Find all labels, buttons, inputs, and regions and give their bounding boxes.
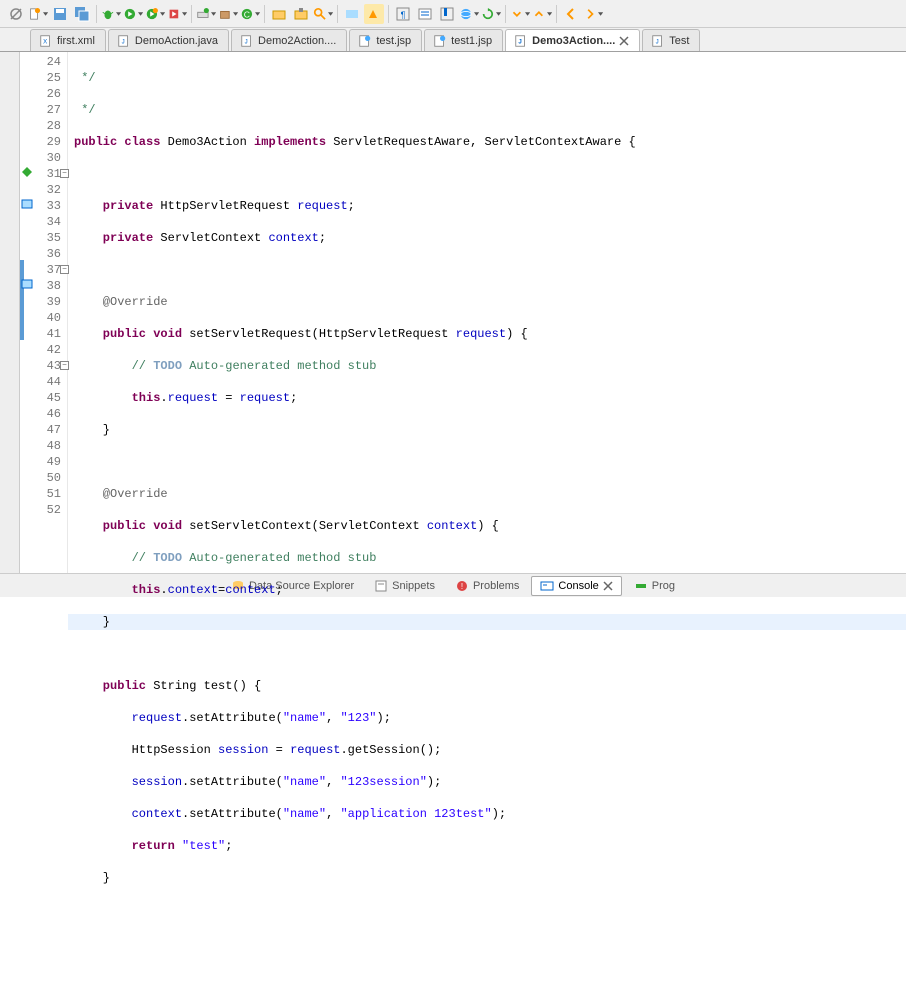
- run-last-icon[interactable]: [145, 4, 165, 24]
- external-tools-icon[interactable]: [167, 4, 187, 24]
- tab-test1-jsp[interactable]: test1.jsp: [424, 29, 503, 51]
- toggle-comment-icon[interactable]: [342, 4, 362, 24]
- tab-label: first.xml: [57, 35, 95, 47]
- show-source-icon[interactable]: [415, 4, 435, 24]
- tab-label: Test: [669, 35, 689, 47]
- tab-demoaction[interactable]: J DemoAction.java: [108, 29, 229, 51]
- svg-text:J: J: [245, 38, 248, 45]
- tab-first-xml[interactable]: Xfirst.xml: [30, 29, 106, 51]
- svg-text:J: J: [519, 38, 522, 45]
- new-class-icon[interactable]: C: [240, 4, 260, 24]
- tab-label: Demo3Action....: [532, 35, 615, 47]
- tab-label: Demo2Action....: [258, 35, 336, 47]
- back-icon[interactable]: [561, 4, 581, 24]
- svg-text:X: X: [43, 38, 47, 45]
- marker-column[interactable]: [20, 52, 34, 573]
- svg-text:J: J: [121, 38, 124, 45]
- main-toolbar: C ¶: [0, 0, 906, 28]
- left-trim: [0, 52, 20, 573]
- prev-annotation-icon[interactable]: [532, 4, 552, 24]
- code-editor[interactable]: */ */ public class Demo3Action implement…: [68, 52, 906, 573]
- tab-demo3action[interactable]: J Demo3Action....: [505, 29, 640, 51]
- todo-marker-icon[interactable]: [21, 278, 33, 290]
- open-type-icon[interactable]: [269, 4, 289, 24]
- show-whitespace-icon[interactable]: ¶: [393, 4, 413, 24]
- debug-icon[interactable]: [101, 4, 121, 24]
- new-server-icon[interactable]: [196, 4, 216, 24]
- run-icon[interactable]: [123, 4, 143, 24]
- bookmark-icon[interactable]: [437, 4, 457, 24]
- tab-label: DemoAction.java: [135, 35, 218, 47]
- current-line: }: [68, 614, 906, 630]
- change-marker: [20, 260, 24, 340]
- search-icon[interactable]: [313, 4, 333, 24]
- tab-demo2action[interactable]: J Demo2Action....: [231, 29, 347, 51]
- toggle-highlight-icon[interactable]: [364, 4, 384, 24]
- line-numbers[interactable]: 24252627 282930 31− 3233343536 37− 38394…: [34, 52, 68, 573]
- tab-test[interactable]: J Test: [642, 29, 700, 51]
- tab-label: test.jsp: [376, 35, 411, 47]
- todo-marker-icon[interactable]: [21, 198, 33, 210]
- close-icon[interactable]: [619, 36, 629, 46]
- next-annotation-icon[interactable]: [510, 4, 530, 24]
- new-icon[interactable]: [28, 4, 48, 24]
- override-marker-icon[interactable]: [21, 166, 33, 178]
- new-package-icon[interactable]: [218, 4, 238, 24]
- globe-icon[interactable]: [459, 4, 479, 24]
- editor-tabs: Xfirst.xml J DemoAction.java J Demo2Action…: [0, 28, 906, 52]
- svg-text:¶: ¶: [401, 10, 406, 20]
- open-task-icon[interactable]: [291, 4, 311, 24]
- forward-icon[interactable]: [583, 4, 603, 24]
- save-all-icon[interactable]: [72, 4, 92, 24]
- svg-text:C: C: [244, 9, 250, 19]
- save-icon[interactable]: [50, 4, 70, 24]
- tab-test-jsp[interactable]: test.jsp: [349, 29, 422, 51]
- editor-area: 24252627 282930 31− 3233343536 37− 38394…: [0, 52, 906, 573]
- skip-breakpoints-icon[interactable]: [6, 4, 26, 24]
- refresh-icon[interactable]: [481, 4, 501, 24]
- tab-label: test1.jsp: [451, 35, 492, 47]
- svg-text:J: J: [656, 38, 659, 45]
